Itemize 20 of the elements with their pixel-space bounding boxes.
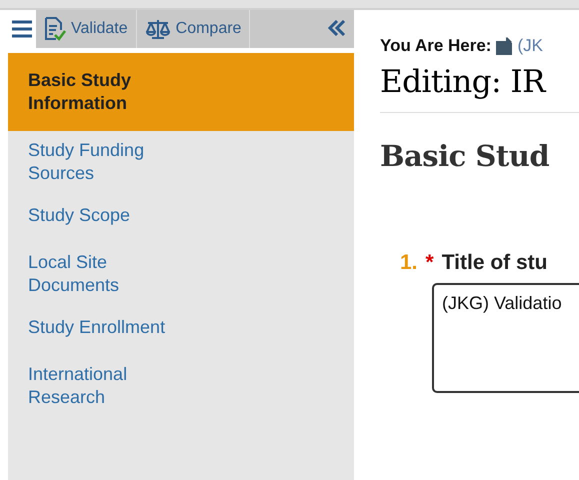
title-input-field[interactable]: (JKG) Validatio — [432, 283, 579, 393]
document-check-icon — [44, 17, 66, 41]
page-title: Editing: IR — [380, 64, 579, 113]
sidebar-item[interactable]: Study Funding Sources — [8, 131, 354, 187]
sidebar-item[interactable]: Local Site Documents — [8, 243, 354, 299]
scale-icon — [144, 18, 171, 40]
sidebar-item[interactable]: Study Enrollment — [8, 299, 354, 355]
breadcrumb-link[interactable]: (JK — [517, 36, 543, 56]
breadcrumb-label: You Are Here: — [380, 36, 492, 56]
compare-button[interactable]: Compare — [136, 10, 250, 48]
document-icon — [495, 36, 514, 56]
required-mark: * — [426, 251, 434, 275]
validate-button[interactable]: Validate — [36, 10, 137, 48]
sidebar-item[interactable]: Basic Study Information — [8, 53, 354, 131]
sidebar-item[interactable]: Study Scope — [8, 187, 354, 243]
sidebar-item[interactable]: International Research — [8, 355, 354, 411]
section-title: Basic Stud — [380, 139, 550, 173]
question-number: 1. — [400, 251, 418, 275]
question-label: Title of stu — [442, 251, 548, 275]
menu-icon — [12, 20, 32, 38]
